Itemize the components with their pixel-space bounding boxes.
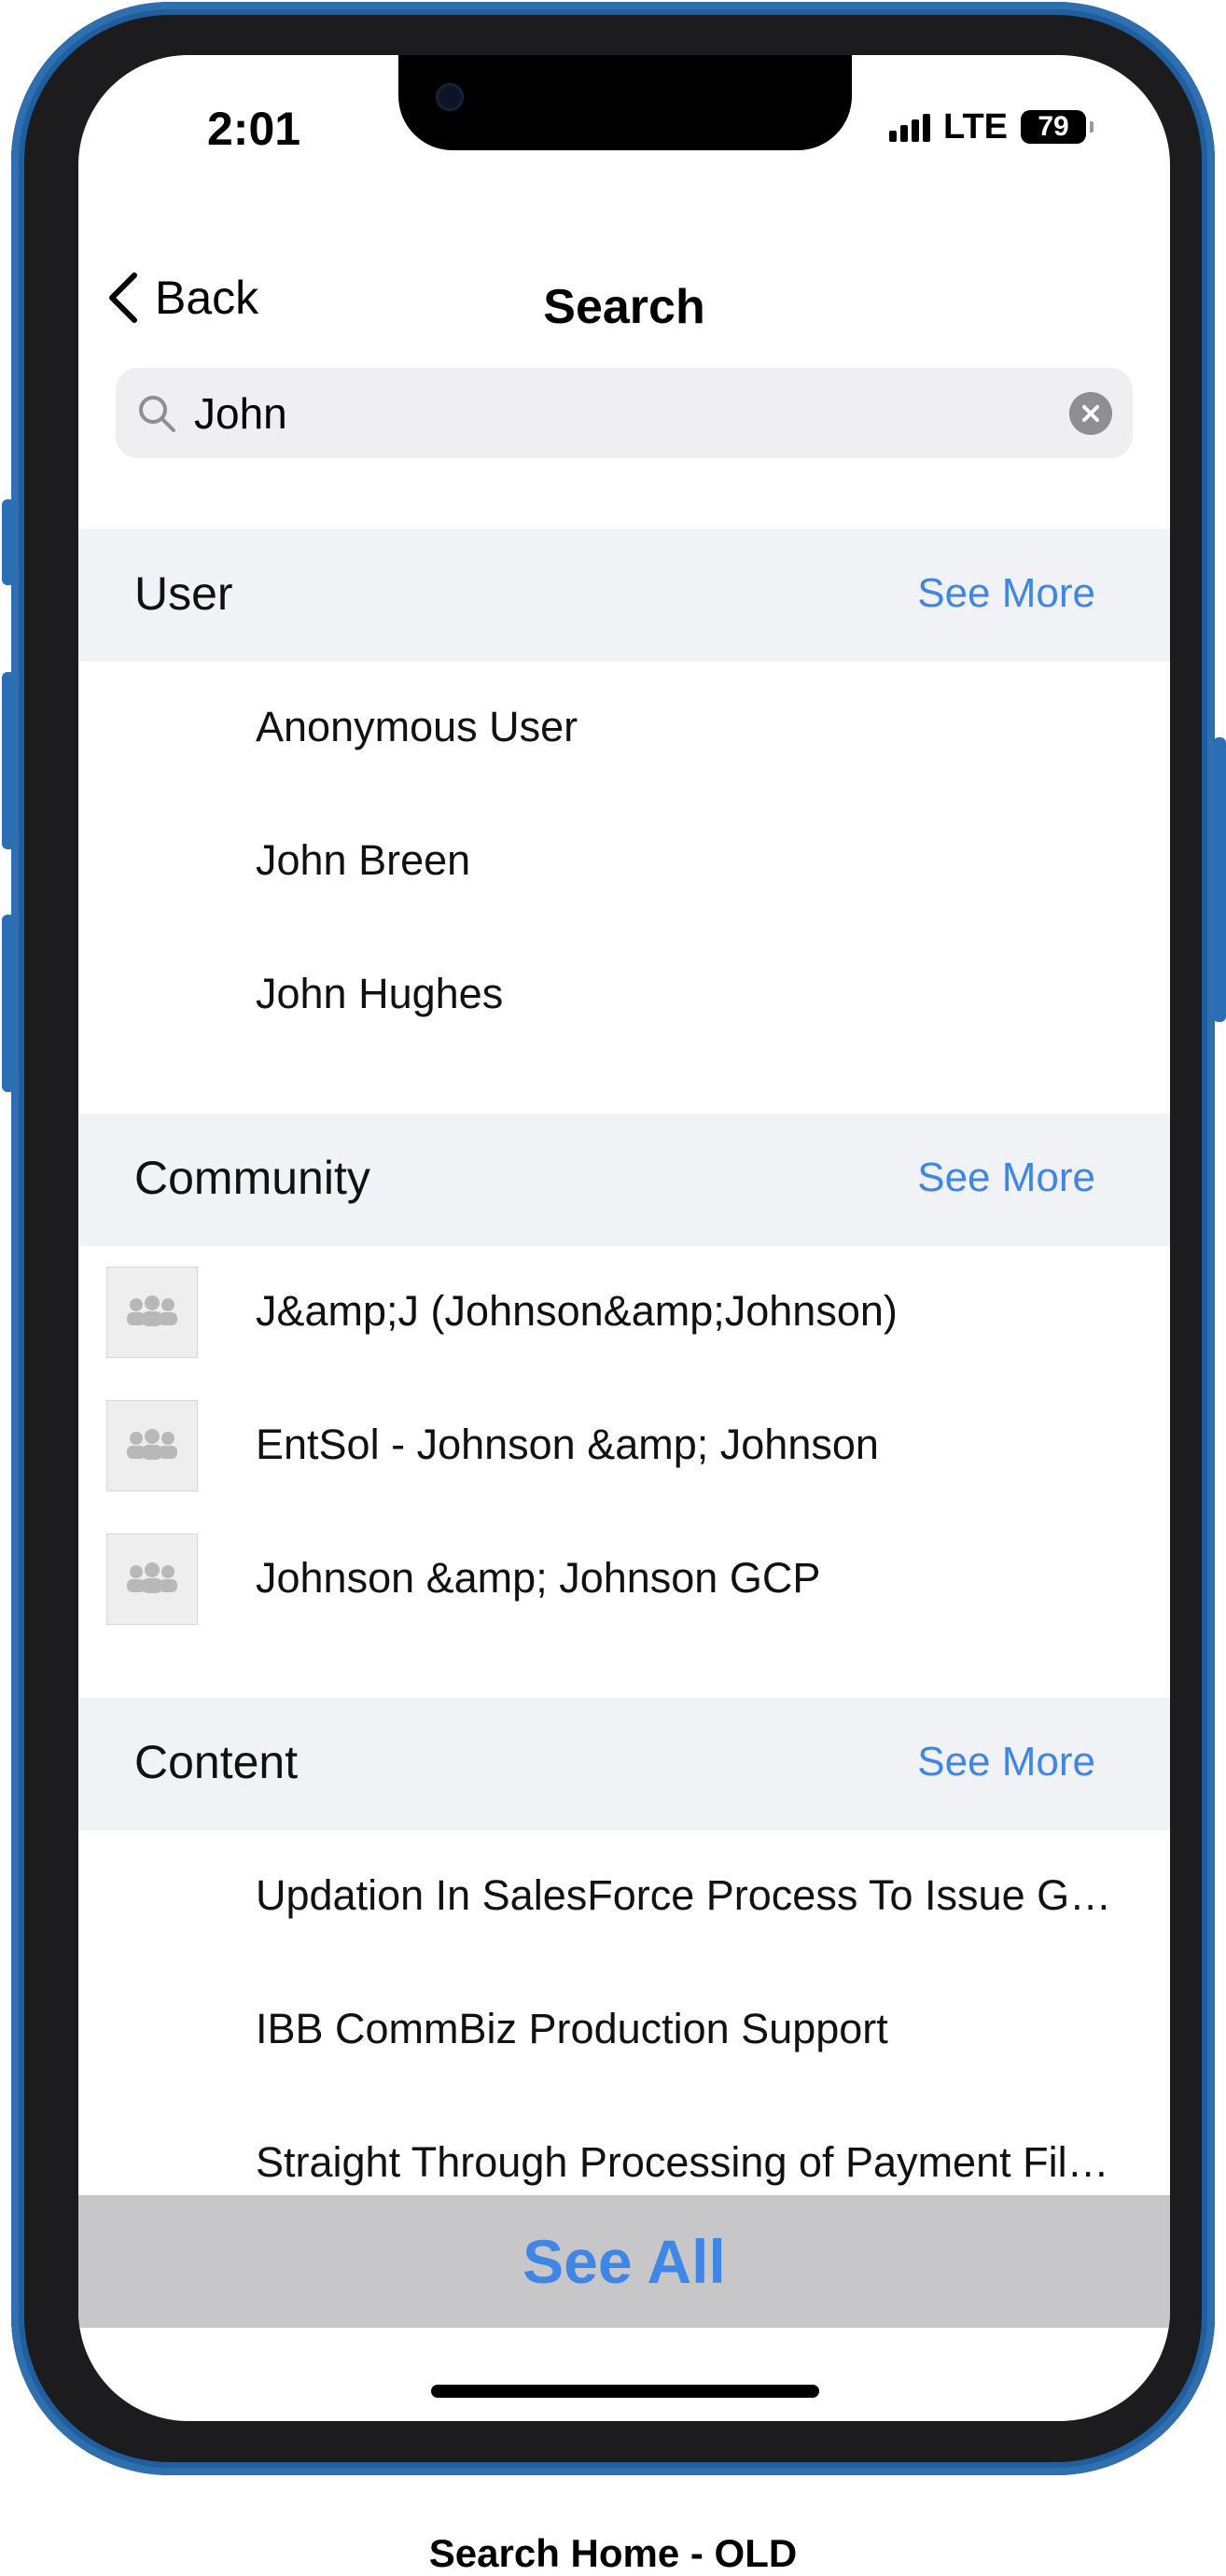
search-bar[interactable] [116,368,1133,458]
see-all-button[interactable]: See All [78,2195,1170,2328]
network-type: LTE [943,106,1008,147]
see-more-users-button[interactable]: See More [917,570,1095,617]
front-camera [436,83,464,111]
power-button [1213,737,1226,1022]
screen-caption: Search Home - OLD [428,2531,798,2575]
content-title: Straight Through Processing of Payment F… [256,2138,1109,2186]
group-icon [127,1295,177,1326]
notch [398,55,852,150]
content-title: IBB CommBiz Production Support [256,2005,888,2052]
community-name: Johnson &amp; Johnson GCP [256,1554,821,1602]
battery-level: 79 [1038,111,1069,142]
user-name: Anonymous User [256,703,578,750]
status-time: 2:01 [207,103,301,155]
group-icon [127,1429,177,1460]
community-thumbnail [106,1400,198,1491]
list-item[interactable]: J&amp;J (Johnson&amp;Johnson) [78,1246,1170,1379]
see-more-content-button[interactable]: See More [917,1739,1095,1785]
phone-frame: 2:01 LTE 79 Back Search John User See Mo… [11,2,1215,2475]
home-indicator[interactable] [431,2385,819,2398]
section-header-content: Content See More [78,1698,1170,1830]
page-title: Search [543,280,705,334]
battery-icon: 79 [1021,110,1094,144]
list-item[interactable]: Updation In SalesForce Process To Issue … [78,1830,1170,1964]
group-icon [127,1562,177,1593]
search-input[interactable] [192,386,1036,440]
signal-strength-icon [889,112,931,142]
section-header-user: User See More [78,529,1170,662]
section-title: User [134,567,233,620]
list-item[interactable]: Anonymous User [78,662,1170,795]
user-name: John Breen [256,836,471,884]
community-name: EntSol - Johnson &amp; Johnson [256,1421,879,1468]
phone-screen: 2:01 LTE 79 Back Search John User See Mo… [78,55,1170,2421]
community-thumbnail [106,1533,198,1625]
navigation-bar: Back Search [78,242,1170,363]
section-title: Content [134,1736,299,1788]
section-header-community: Community See More [78,1113,1170,1246]
user-name: John Hughes [256,970,504,1017]
list-item[interactable]: IBB CommBiz Production Support [78,1964,1170,2097]
list-item[interactable]: Johnson &amp; Johnson GCP [78,1513,1170,1646]
clear-search-button[interactable] [1069,392,1112,435]
status-indicators: LTE 79 [889,106,1094,147]
magnifier-icon [139,395,175,432]
list-item[interactable]: John Hughes [78,929,1170,1062]
see-all-label: See All [522,2227,726,2296]
see-more-communities-button[interactable]: See More [917,1155,1095,1201]
content-title: Updation In SalesForce Process To Issue … [256,1871,1112,1919]
section-title: Community [134,1152,370,1204]
community-thumbnail [106,1267,198,1358]
list-item[interactable]: John Breen [78,795,1170,929]
list-item[interactable]: EntSol - Johnson &amp; Johnson [78,1379,1170,1513]
clear-x-icon [1082,405,1099,422]
community-name: J&amp;J (Johnson&amp;Johnson) [256,1287,898,1335]
